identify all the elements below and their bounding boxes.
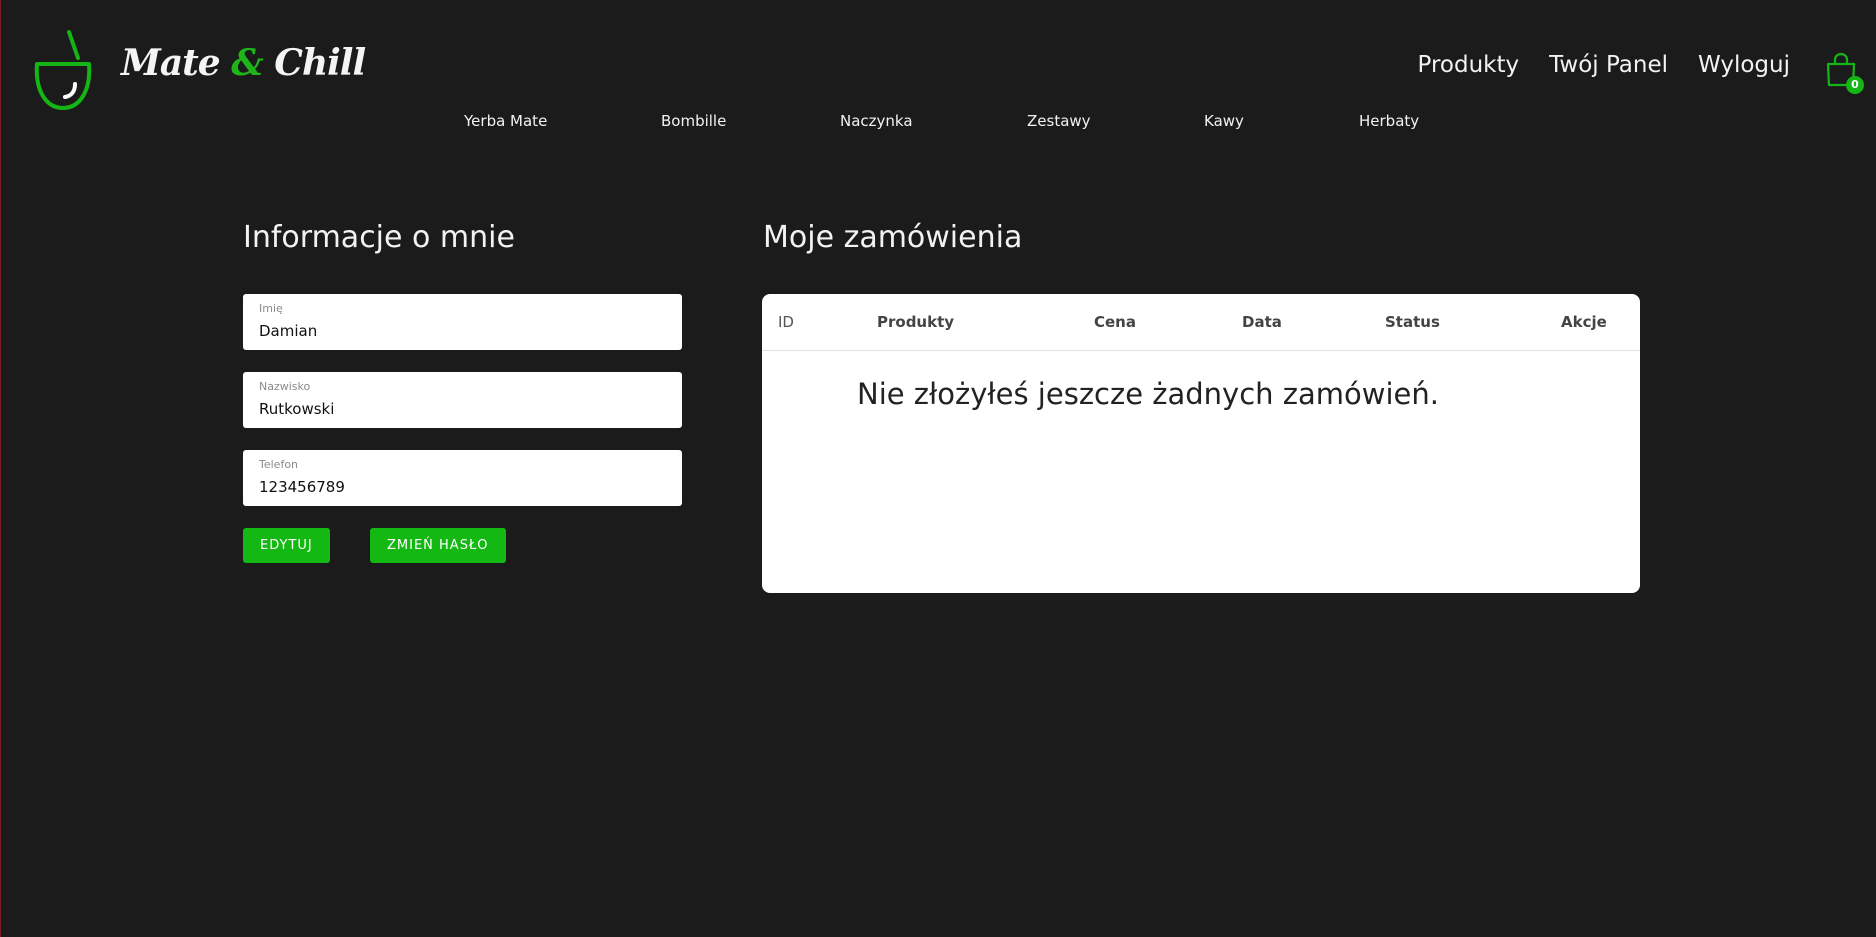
cart-count-badge: 0 bbox=[1846, 76, 1864, 94]
category-kawy[interactable]: Kawy bbox=[1204, 112, 1244, 130]
first-name-label: Imię bbox=[259, 302, 283, 315]
phone-field[interactable]: Telefon bbox=[243, 450, 682, 506]
column-header-price[interactable]: Cena bbox=[1094, 313, 1136, 331]
edit-button[interactable]: Edytuj bbox=[243, 528, 330, 563]
phone-input[interactable] bbox=[259, 478, 666, 496]
change-password-button[interactable]: Zmień hasło bbox=[370, 528, 506, 563]
last-name-field[interactable]: Nazwisko bbox=[243, 372, 682, 428]
first-name-field[interactable]: Imię bbox=[243, 294, 682, 350]
category-herbaty[interactable]: Herbaty bbox=[1359, 112, 1419, 130]
nav-panel-link[interactable]: Twój Panel bbox=[1549, 52, 1668, 78]
nav-products-link[interactable]: Produkty bbox=[1418, 52, 1520, 78]
orders-empty-message: Nie złożyłeś jeszcze żadnych zamówień. bbox=[857, 377, 1439, 411]
brand-ampersand: & bbox=[231, 42, 264, 84]
phone-label: Telefon bbox=[259, 458, 299, 471]
brand-name-part1: Mate bbox=[121, 42, 232, 84]
top-nav: Produkty Twój Panel Wyloguj bbox=[1418, 52, 1790, 78]
nav-logout-link[interactable]: Wyloguj bbox=[1698, 52, 1790, 78]
category-bombille[interactable]: Bombille bbox=[661, 112, 726, 130]
last-name-input[interactable] bbox=[259, 400, 666, 418]
orders-table-header: ID Produkty Cena Data Status Akcje bbox=[762, 294, 1640, 351]
column-header-status[interactable]: Status bbox=[1385, 313, 1440, 331]
profile-title: Informacje o mnie bbox=[243, 220, 515, 255]
cart-button[interactable]: 0 bbox=[1824, 52, 1864, 94]
category-zestawy[interactable]: Zestawy bbox=[1027, 112, 1091, 130]
brand-logo[interactable]: Mate & Chill bbox=[121, 42, 366, 84]
orders-table: ID Produkty Cena Data Status Akcje Nie z… bbox=[762, 294, 1640, 593]
category-nav: Yerba Mate Bombille Naczynka Zestawy Kaw… bbox=[1, 112, 1876, 132]
first-name-input[interactable] bbox=[259, 322, 666, 340]
last-name-label: Nazwisko bbox=[259, 380, 311, 393]
category-yerba-mate[interactable]: Yerba Mate bbox=[464, 112, 547, 130]
column-header-products[interactable]: Produkty bbox=[877, 313, 954, 331]
column-header-date[interactable]: Data bbox=[1242, 313, 1282, 331]
column-header-actions[interactable]: Akcje bbox=[1561, 313, 1607, 331]
mate-cup-logo-icon[interactable] bbox=[31, 28, 95, 112]
column-header-id[interactable]: ID bbox=[778, 313, 794, 331]
category-naczynka[interactable]: Naczynka bbox=[840, 112, 913, 130]
brand-name-part2: Chill bbox=[262, 42, 366, 84]
page: Mate & Chill Produkty Twój Panel Wyloguj… bbox=[0, 0, 1876, 937]
orders-title: Moje zamówienia bbox=[763, 220, 1023, 255]
